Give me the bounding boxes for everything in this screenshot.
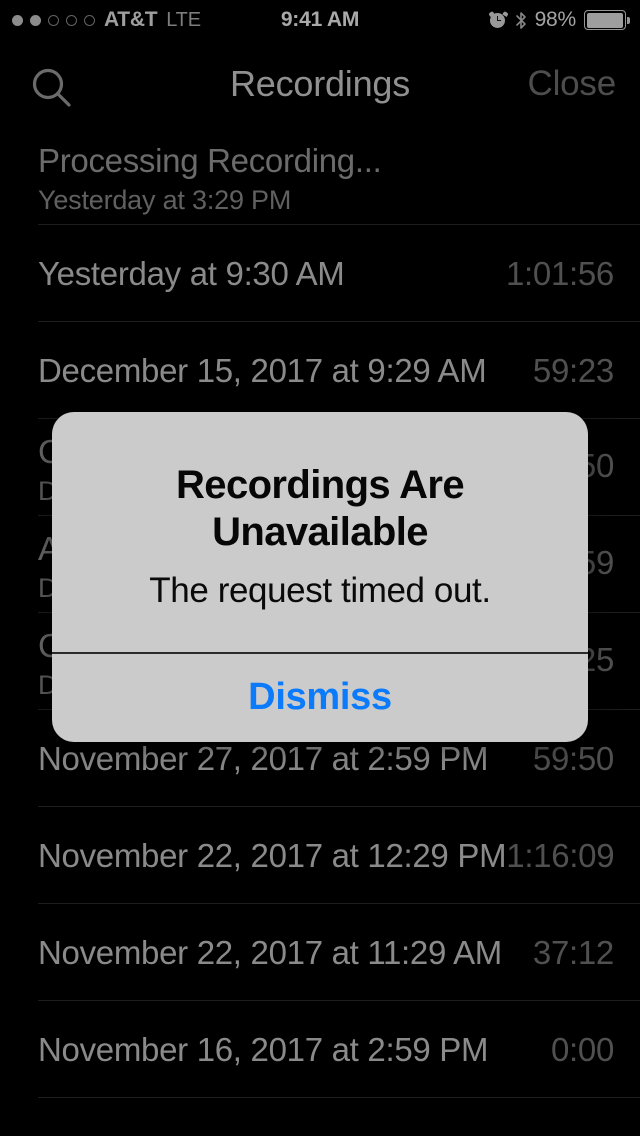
alert-title: Recordings Are Unavailable	[176, 463, 465, 555]
alert-message: The request timed out.	[149, 571, 491, 611]
alert-dialog: Recordings Are Unavailable The request t…	[52, 412, 588, 742]
alert-body: Recordings Are Unavailable The request t…	[52, 412, 588, 652]
phone-screen: AT&T LTE 9:41 AM 98% Recordings Close Pr…	[0, 0, 640, 1136]
dismiss-button[interactable]: Dismiss	[52, 654, 588, 742]
